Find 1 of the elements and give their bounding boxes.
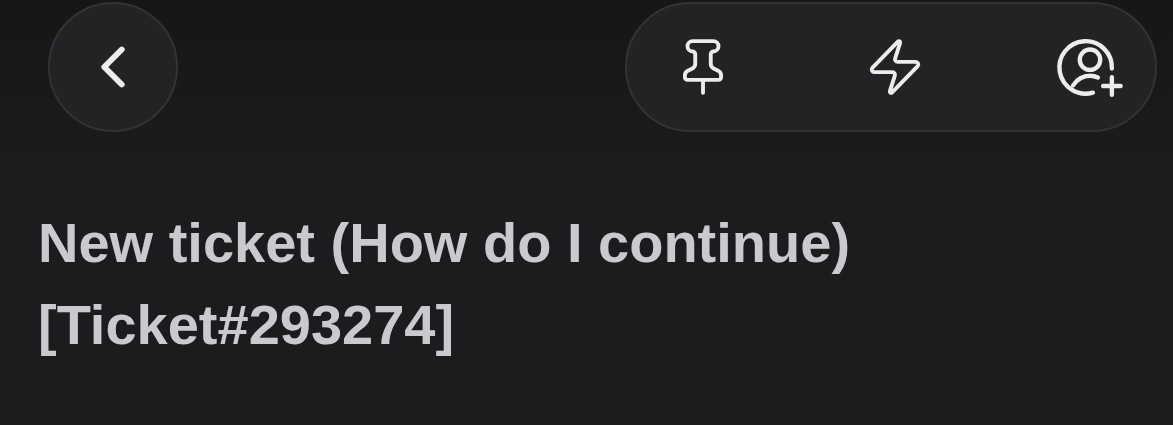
ticket-title: New ticket (How do I continue) [Ticket#293274]: [38, 210, 852, 358]
